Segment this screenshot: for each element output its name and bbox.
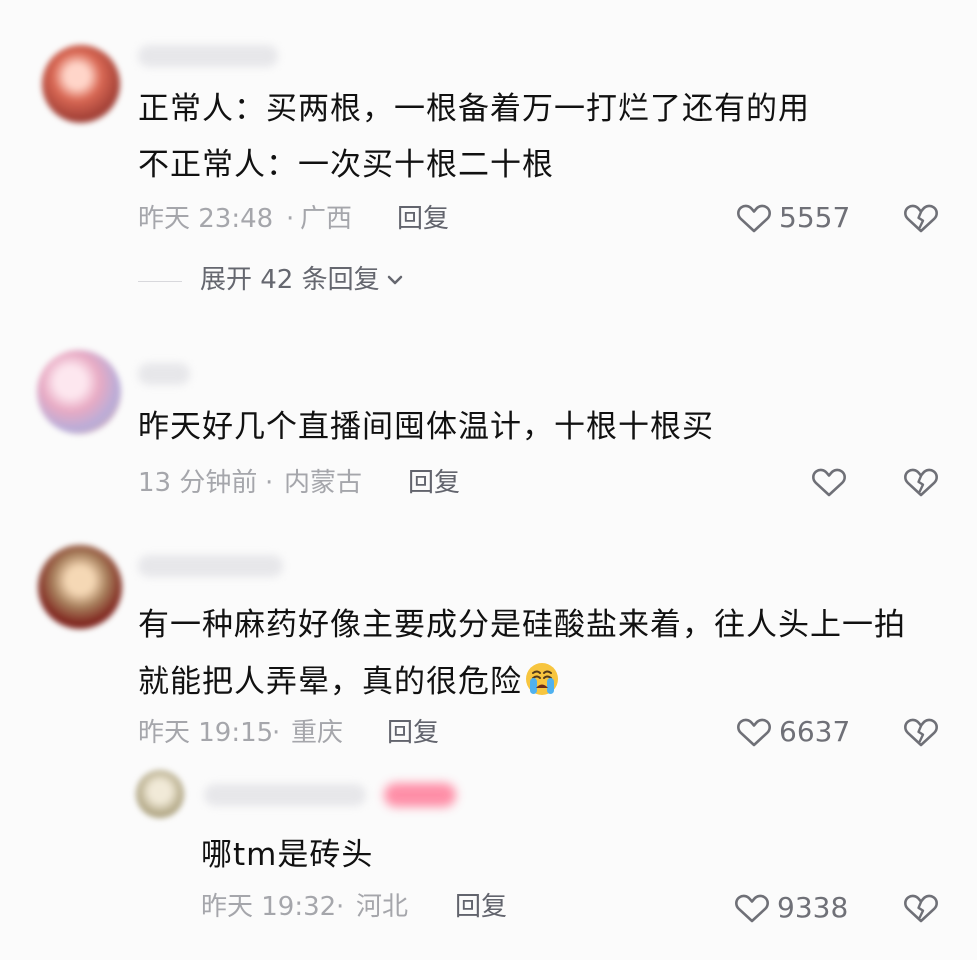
- like-button[interactable]: 9338: [734, 888, 848, 928]
- heart-icon: [736, 202, 772, 234]
- expand-replies-button[interactable]: 展开 42 条回复: [200, 263, 403, 297]
- comment-text-line: 有一种麻药好像主要成分是硅酸盐来着，往人头上一拍: [138, 607, 906, 643]
- like-button[interactable]: 6637: [736, 712, 850, 752]
- reply-button[interactable]: 回复: [387, 716, 439, 750]
- avatar[interactable]: [38, 545, 122, 629]
- reply-button[interactable]: 回复: [408, 466, 460, 500]
- comment-location: 内蒙古: [284, 468, 363, 498]
- comment-text-line: 昨天好几个直播间囤体温计，十根十根买: [138, 409, 714, 445]
- comment-text-line: 不正常人：一次买十根二十根: [138, 147, 554, 183]
- like-button[interactable]: 5557: [736, 198, 850, 238]
- dislike-button[interactable]: [901, 712, 941, 752]
- chevron-down-icon: [387, 274, 403, 286]
- expand-replies-line: [138, 281, 182, 282]
- username-redacted[interactable]: [138, 45, 278, 67]
- username-redacted[interactable]: [138, 555, 283, 577]
- meta-separator: ·: [272, 718, 281, 748]
- expand-replies-label: 展开 42 条回复: [200, 265, 380, 295]
- user-badge-redacted: [384, 783, 456, 807]
- comment-text-line: 就能把人弄晕，真的很危险: [138, 653, 560, 711]
- like-count: 9338: [777, 891, 849, 924]
- broken-heart-icon: [903, 892, 939, 924]
- avatar[interactable]: [37, 350, 121, 434]
- meta-separator: ·: [286, 204, 295, 234]
- comment-time: 昨天 23:48: [138, 204, 274, 234]
- reply-button[interactable]: 回复: [455, 890, 507, 924]
- reply-button[interactable]: 回复: [397, 202, 449, 236]
- username-redacted[interactable]: [138, 363, 190, 385]
- comment-location: 重庆: [291, 718, 344, 748]
- dislike-button[interactable]: [901, 198, 941, 238]
- heart-icon: [736, 716, 772, 748]
- loudly-crying-face-icon: [524, 658, 560, 695]
- like-count: 6637: [779, 715, 851, 748]
- meta-separator: ·: [336, 892, 345, 922]
- meta-separator: ·: [265, 468, 274, 498]
- reply-time: 昨天 19:32: [201, 892, 337, 922]
- like-button[interactable]: [811, 462, 854, 502]
- like-count: 5557: [779, 201, 851, 234]
- comment-item: 昨天好几个直播间囤体温计，十根十根买 13 分钟前 · 内蒙古 回复: [0, 320, 977, 530]
- comment-text-line: 正常人：买两根，一根备着万一打烂了还有的用: [138, 91, 810, 127]
- username-redacted[interactable]: [204, 784, 366, 806]
- reply-item: 哪tm是砖头 昨天 19:32 · 河北 回复 9338: [0, 770, 977, 960]
- cropped-expand-replies-row[interactable]: [204, 941, 464, 960]
- dislike-button[interactable]: [901, 888, 941, 928]
- broken-heart-icon: [903, 202, 939, 234]
- comment-list: 正常人：买两根，一根备着万一打烂了还有的用 不正常人：一次买十根二十根 昨天 2…: [0, 0, 977, 960]
- avatar[interactable]: [42, 45, 120, 123]
- comment-item: 正常人：买两根，一根备着万一打烂了还有的用 不正常人：一次买十根二十根 昨天 2…: [0, 0, 977, 320]
- heart-icon: [811, 466, 847, 498]
- reply-location: 河北: [356, 892, 409, 922]
- comment-text-line-content: 就能把人弄晕，真的很危险: [138, 664, 522, 700]
- comment-location: 广西: [300, 204, 353, 234]
- reply-text-line: 哪tm是砖头: [201, 837, 374, 873]
- comment-time: 昨天 19:15: [138, 718, 274, 748]
- broken-heart-icon: [903, 716, 939, 748]
- broken-heart-icon: [903, 466, 939, 498]
- dislike-button[interactable]: [901, 462, 941, 502]
- comment-item: 有一种麻药好像主要成分是硅酸盐来着，往人头上一拍 就能把人弄晕，真的很危险 昨天…: [0, 530, 977, 780]
- comment-time: 13 分钟前: [138, 468, 258, 498]
- avatar[interactable]: [136, 770, 184, 818]
- heart-icon: [734, 892, 770, 924]
